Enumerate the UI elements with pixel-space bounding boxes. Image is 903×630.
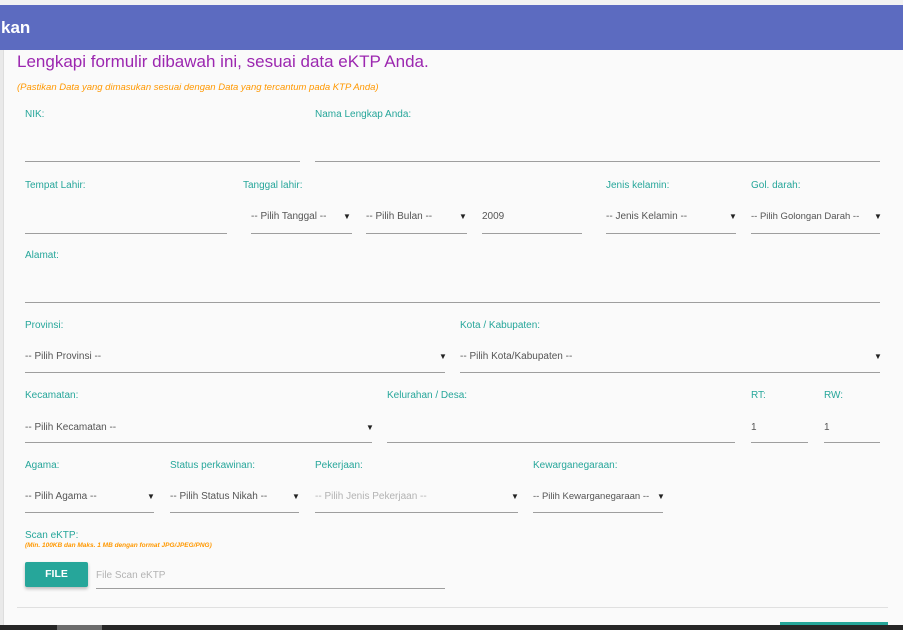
- caret-down-icon: ▼: [292, 492, 300, 501]
- nama-label: Nama Lengkap Anda:: [315, 109, 412, 120]
- rt-input[interactable]: 1: [751, 410, 808, 443]
- form-title: Lengkapi formulir dibawah ini, sesuai da…: [17, 52, 429, 71]
- status-underline: [170, 512, 299, 513]
- jenis-kelamin-label: Jenis kelamin:: [606, 180, 670, 191]
- caret-down-icon: ▼: [729, 212, 737, 221]
- provinsi-label: Provinsi:: [25, 320, 64, 331]
- form-card: Lengkapi formulir dibawah ini, sesuai da…: [3, 50, 903, 625]
- agama-value: -- Pilih Agama --: [25, 491, 97, 502]
- tahun-underline: [482, 233, 582, 234]
- taskbar-segment: [57, 625, 102, 630]
- gol-darah-underline: [751, 233, 880, 234]
- caret-down-icon: ▼: [657, 492, 665, 501]
- status-select[interactable]: -- Pilih Status Nikah -- ▼: [170, 480, 300, 513]
- header-title: kan: [1, 18, 31, 37]
- jenis-kelamin-select[interactable]: -- Jenis Kelamin -- ▼: [606, 200, 737, 234]
- tanggal-select[interactable]: -- Pilih Tanggal -- ▼: [251, 200, 352, 234]
- alamat-label: Alamat:: [25, 250, 59, 261]
- caret-down-icon: ▼: [874, 212, 882, 221]
- gol-darah-label: Gol. darah:: [751, 180, 801, 191]
- kota-underline: [460, 372, 880, 373]
- kecamatan-label: Kecamatan:: [25, 390, 79, 401]
- tempat-lahir-underline: [25, 233, 227, 234]
- nama-underline: [315, 161, 880, 162]
- rt-underline: [751, 442, 808, 443]
- tanggal-select-value: -- Pilih Tanggal --: [251, 211, 327, 222]
- kecamatan-value: -- Pilih Kecamatan --: [25, 422, 117, 433]
- tanggal-lahir-label: Tanggal lahir:: [243, 180, 303, 191]
- kecamatan-underline: [25, 442, 372, 443]
- agama-label: Agama:: [25, 460, 60, 471]
- caret-down-icon: ▼: [439, 352, 447, 361]
- rt-value: 1: [751, 422, 757, 433]
- kewarganegaraan-underline: [533, 512, 663, 513]
- kelurahan-input[interactable]: [387, 410, 735, 443]
- gol-darah-value: -- Pilih Golongan Darah --: [751, 211, 860, 222]
- tempat-lahir-input[interactable]: [25, 200, 227, 234]
- alamat-input[interactable]: [25, 270, 880, 303]
- tahun-input[interactable]: 2009: [482, 200, 582, 234]
- form-notice: (Pastikan Data yang dimasukan sesuai den…: [17, 82, 379, 93]
- kewarganegaraan-select[interactable]: -- Pilih Kewarganegaraan -- ▼: [533, 480, 665, 513]
- file-button[interactable]: FILE: [25, 562, 88, 587]
- kelurahan-underline: [387, 442, 735, 443]
- pekerjaan-value: -- Pilih Jenis Pekerjaan --: [315, 491, 427, 502]
- bottom-taskbar: [0, 625, 903, 630]
- rw-input[interactable]: 1: [824, 410, 880, 443]
- nama-input[interactable]: [315, 130, 880, 162]
- scan-file-underline: [96, 588, 445, 589]
- rw-underline: [824, 442, 880, 443]
- pekerjaan-label: Pekerjaan:: [315, 460, 363, 471]
- nik-label: NIK:: [25, 109, 45, 120]
- bulan-select[interactable]: -- Pilih Bulan -- ▼: [366, 200, 467, 234]
- kota-select[interactable]: -- Pilih Kota/Kabupaten -- ▼: [460, 340, 882, 373]
- tahun-value: 2009: [482, 211, 505, 222]
- scan-hint: (Min. 100KB dan Maks. 1 MB dengan format…: [25, 542, 212, 549]
- status-label: Status perkawinan:: [170, 460, 256, 471]
- bulan-select-value: -- Pilih Bulan --: [366, 211, 433, 222]
- caret-down-icon: ▼: [874, 352, 882, 361]
- caret-down-icon: ▼: [343, 212, 351, 221]
- status-value: -- Pilih Status Nikah --: [170, 491, 268, 502]
- kelurahan-label: Kelurahan / Desa:: [387, 390, 468, 401]
- alamat-underline: [25, 302, 880, 303]
- kewarganegaraan-value: -- Pilih Kewarganegaraan --: [533, 491, 650, 502]
- rw-label: RW:: [824, 390, 844, 401]
- bulan-underline: [366, 233, 467, 234]
- jenis-kelamin-underline: [606, 233, 736, 234]
- nik-input[interactable]: [25, 130, 300, 162]
- caret-down-icon: ▼: [511, 492, 519, 501]
- pekerjaan-underline: [315, 512, 518, 513]
- agama-select[interactable]: -- Pilih Agama -- ▼: [25, 480, 155, 513]
- provinsi-underline: [25, 372, 445, 373]
- form-divider: [17, 607, 888, 608]
- provinsi-select[interactable]: -- Pilih Provinsi -- ▼: [25, 340, 447, 373]
- scan-label: Scan eKTP:: [25, 530, 79, 541]
- scan-file-placeholder: File Scan eKTP: [96, 570, 166, 581]
- tempat-lahir-label: Tempat Lahir:: [25, 180, 86, 191]
- caret-down-icon: ▼: [459, 212, 467, 221]
- kota-value: -- Pilih Kota/Kabupaten --: [460, 351, 573, 362]
- pekerjaan-select[interactable]: -- Pilih Jenis Pekerjaan -- ▼: [315, 480, 519, 513]
- kewarganegaraan-label: Kewarganegaraan:: [533, 460, 618, 471]
- rw-value: 1: [824, 422, 830, 433]
- kota-label: Kota / Kabupaten:: [460, 320, 541, 331]
- scan-file-input[interactable]: File Scan eKTP: [96, 562, 445, 589]
- nik-underline: [25, 161, 300, 162]
- rt-label: RT:: [751, 390, 766, 401]
- agama-underline: [25, 512, 154, 513]
- kecamatan-select[interactable]: -- Pilih Kecamatan -- ▼: [25, 410, 374, 443]
- gol-darah-select[interactable]: -- Pilih Golongan Darah -- ▼: [751, 200, 882, 234]
- tanggal-underline: [251, 233, 352, 234]
- caret-down-icon: ▼: [366, 423, 374, 432]
- caret-down-icon: ▼: [147, 492, 155, 501]
- app-header: kan: [0, 5, 903, 50]
- provinsi-value: -- Pilih Provinsi --: [25, 351, 102, 362]
- jenis-kelamin-value: -- Jenis Kelamin --: [606, 211, 688, 222]
